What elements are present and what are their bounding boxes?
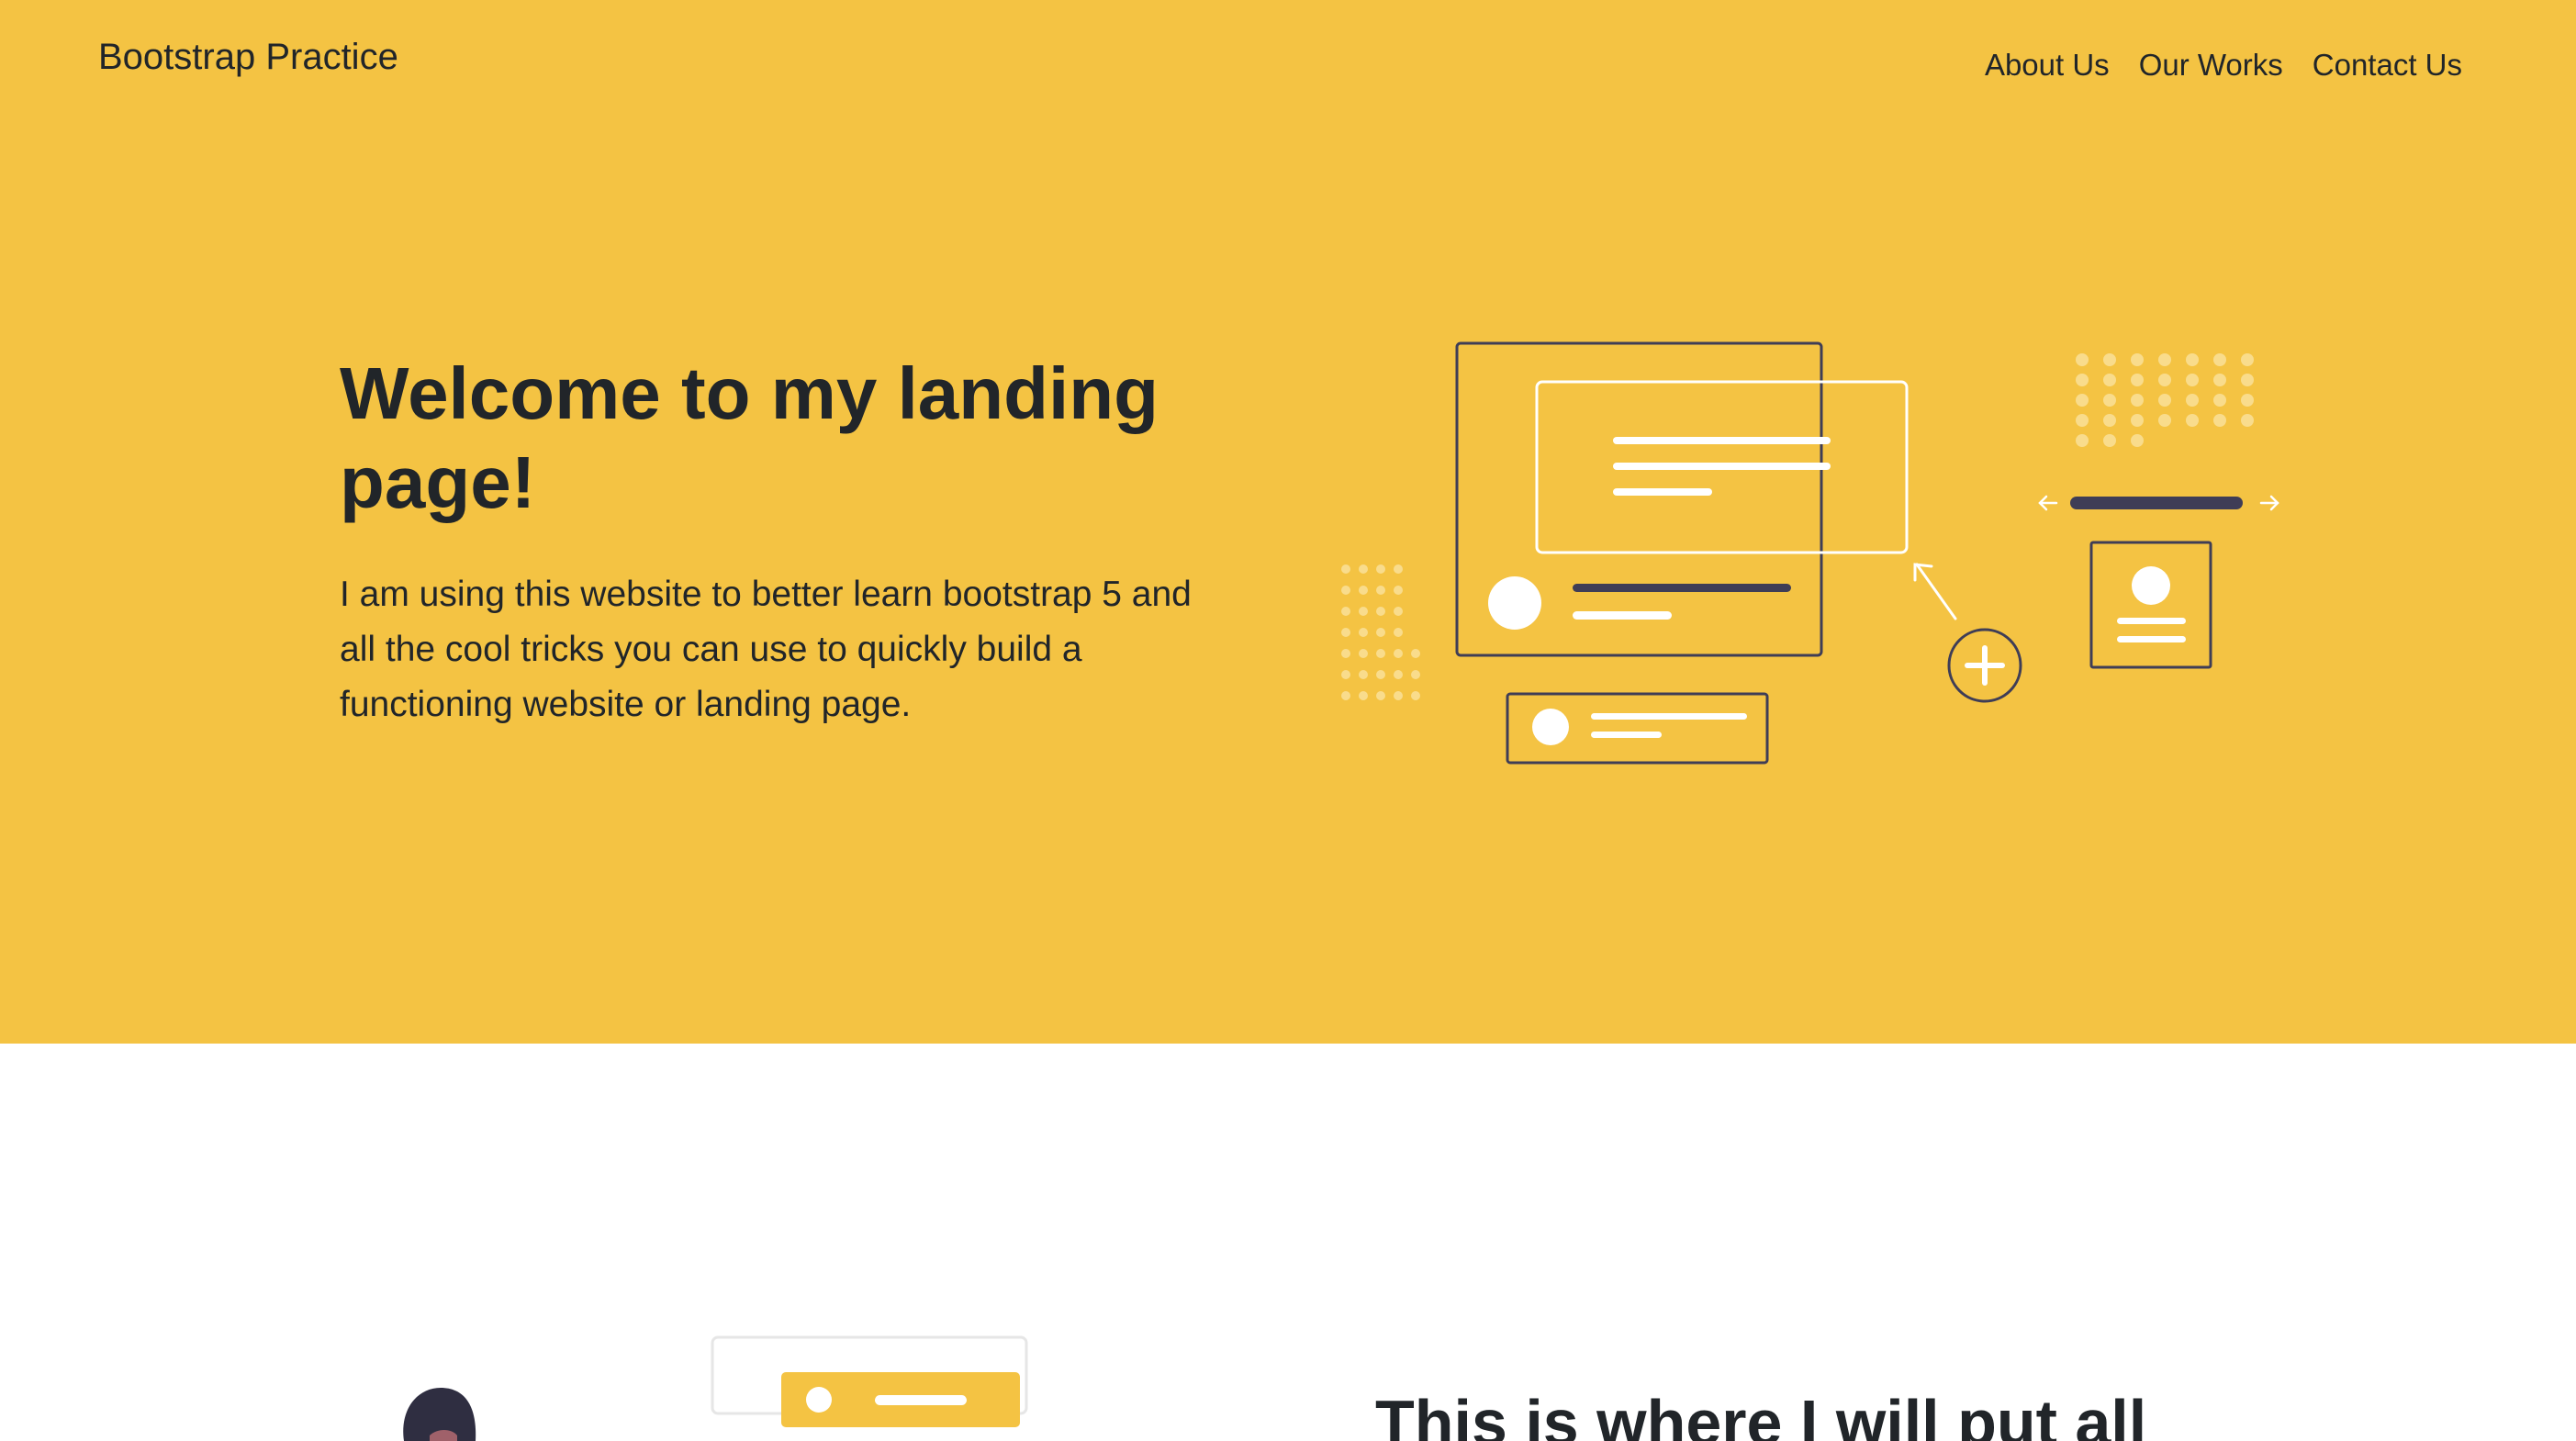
overlay-text-line-1 <box>1613 437 1831 444</box>
bottom-card-line-2 <box>1591 732 1662 738</box>
cursor-arrow-icon <box>1913 563 1957 620</box>
bottom-card-line-1 <box>1591 713 1747 720</box>
dark-text-line <box>1573 584 1791 592</box>
person-head-icon <box>403 1388 476 1441</box>
white-text-line <box>1573 611 1672 620</box>
bottom-card-avatar <box>1532 709 1569 745</box>
dot-grid-right-decoration <box>2076 353 2254 447</box>
yellow-card-line <box>875 1395 967 1405</box>
nav-links: About Us Our Works Contact Us <box>1985 48 2462 83</box>
profile-card-line-1 <box>2117 618 2186 624</box>
dot-grid-left-decoration <box>1341 564 1420 700</box>
overlay-text-line-2 <box>1613 463 1831 470</box>
section-heading: This is where I will put all <box>1375 1387 2147 1441</box>
slider-track <box>2070 497 2243 509</box>
profile-card-avatar <box>2132 566 2170 605</box>
navbar: Bootstrap Practice About Us Our Works Co… <box>0 0 2576 128</box>
yellow-card-dot <box>806 1387 832 1413</box>
hero-section: Bootstrap Practice About Us Our Works Co… <box>0 0 2576 1044</box>
person-with-card-illustration <box>403 1335 1028 1441</box>
hero-text: I am using this website to better learn … <box>340 575 1192 724</box>
nav-link-contact-us[interactable]: Contact Us <box>2313 48 2462 83</box>
profile-card-line-2 <box>2117 636 2186 642</box>
overlay-text-line-3 <box>1613 488 1712 496</box>
nav-link-our-works[interactable]: Our Works <box>2139 48 2283 83</box>
hero-title: Welcome to my landing page! <box>340 352 1159 523</box>
arrow-left-icon <box>2038 495 2058 511</box>
nav-link-about-us[interactable]: About Us <box>1985 48 2110 83</box>
avatar-circle <box>1488 576 1541 630</box>
landing-page-wireframe-illustration <box>1341 341 2279 765</box>
arrow-right-icon <box>2259 495 2279 511</box>
plus-circle-icon <box>1947 628 2022 703</box>
navbar-brand[interactable]: Bootstrap Practice <box>98 37 398 78</box>
